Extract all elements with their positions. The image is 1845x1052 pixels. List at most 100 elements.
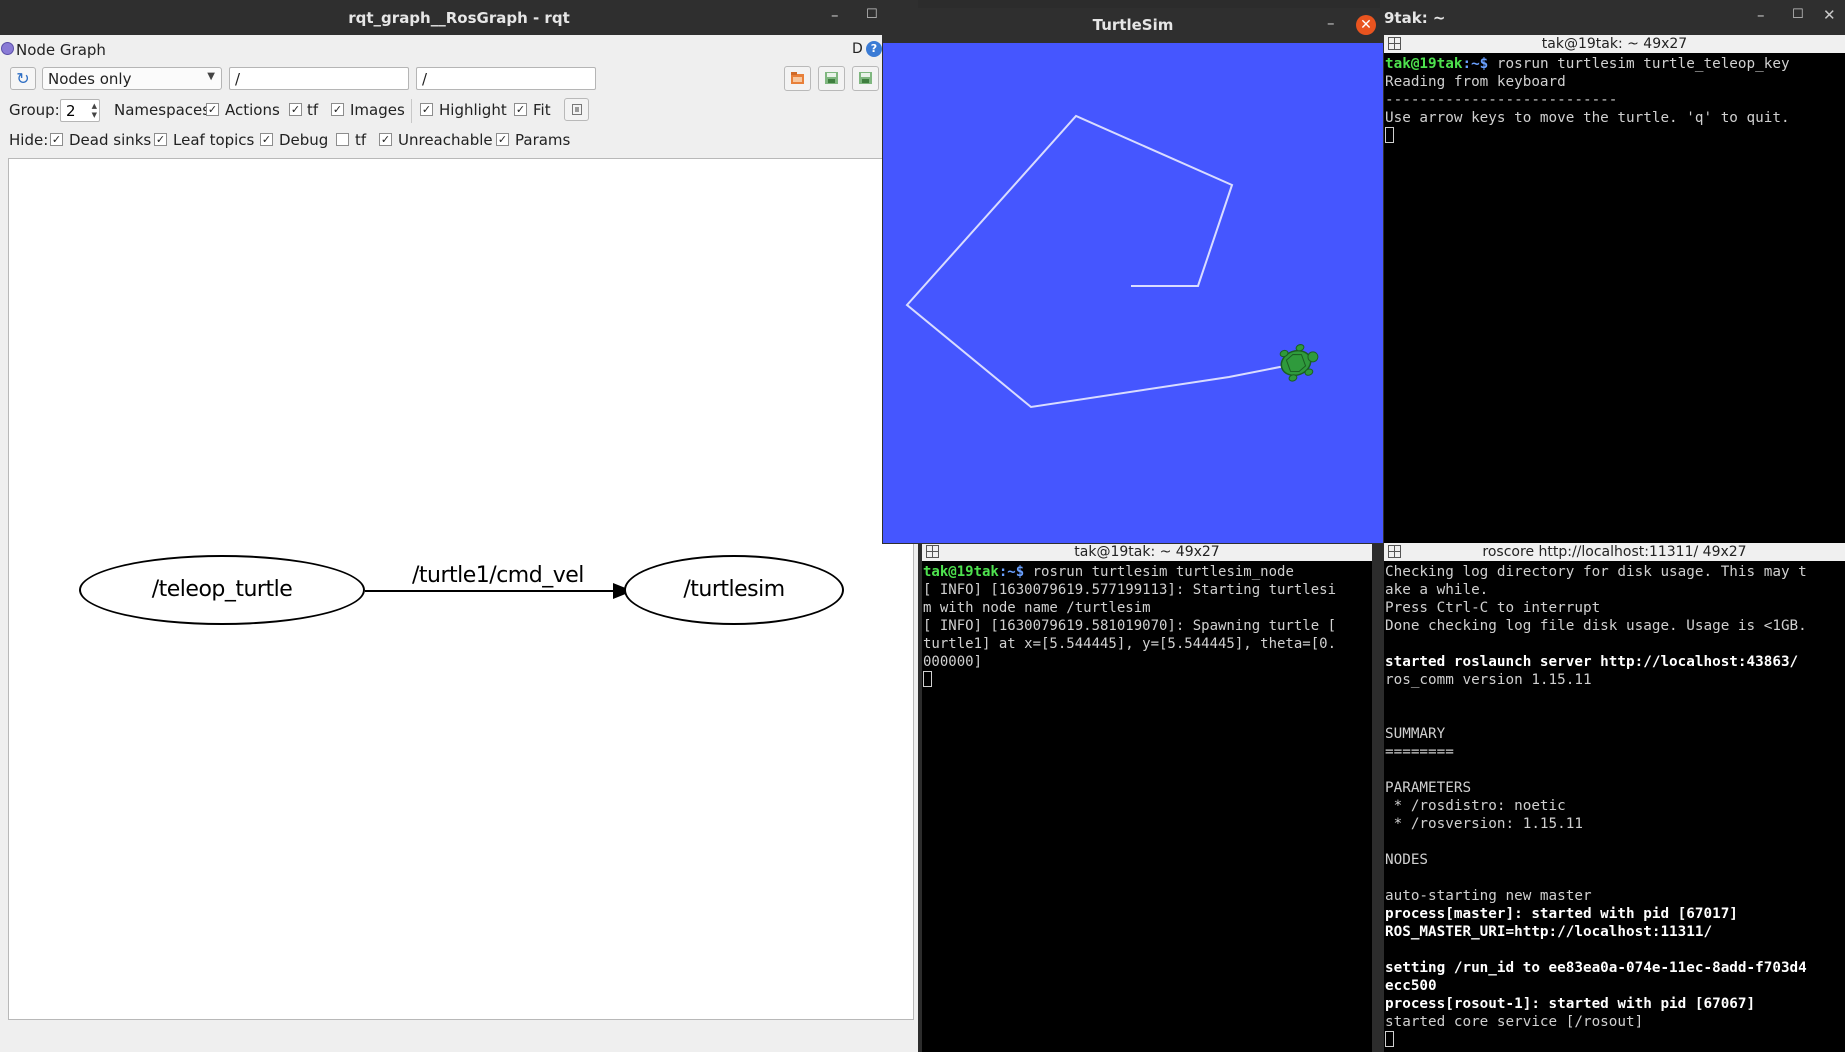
- graph-edge-topic-label[interactable]: /turtle1/cmd_vel: [412, 563, 584, 588]
- debug-checkbox[interactable]: ✓: [260, 133, 273, 146]
- graph-mode-select[interactable]: Nodes only ▼: [42, 67, 222, 90]
- chevron-down-icon: ▼: [207, 71, 215, 82]
- turtlesim-canvas: [883, 43, 1383, 543]
- leaf-topics-checkbox[interactable]: ✓: [154, 133, 167, 146]
- highlight-label: Highlight: [439, 101, 507, 119]
- terminal-turtlesim-node[interactable]: tak@19tak: ~ 49x27 tak@19tak:~$ rosrun t…: [922, 543, 1372, 1052]
- output-line: Checking log directory for disk usage. T…: [1385, 564, 1807, 580]
- dock-button[interactable]: D: [852, 41, 867, 57]
- minimize-icon[interactable]: –: [1757, 6, 1765, 24]
- prompt-path: :~$: [1462, 56, 1489, 72]
- images-label: Images: [350, 101, 405, 119]
- help-button[interactable]: ?: [866, 41, 882, 57]
- terminal-cursor: [1385, 1031, 1394, 1047]
- split-terminal-icon[interactable]: [926, 545, 939, 558]
- terminal-window-titlebar[interactable]: 9tak: ~ – ☐ ✕: [1380, 0, 1845, 35]
- fit-in-view-button[interactable]: [564, 98, 589, 121]
- maximize-icon[interactable]: ☐: [1792, 7, 1804, 22]
- folder-open-icon: [791, 72, 804, 84]
- terminal-tab-title-roscore: roscore http://localhost:11311/ 49x27: [1384, 543, 1845, 561]
- output-line: * /rosversion: 1.15.11: [1385, 816, 1583, 832]
- terminal-tab-title-teleop: tak@19tak: ~ 49x27: [1384, 35, 1845, 53]
- params-checkbox[interactable]: ✓: [496, 133, 509, 146]
- fit-view-icon: [572, 104, 582, 115]
- tf-hide-checkbox[interactable]: [336, 133, 349, 146]
- tf-label: tf: [307, 101, 319, 119]
- spin-up-icon[interactable]: ▲: [92, 102, 97, 110]
- hide-label: Hide:: [9, 131, 49, 149]
- terminal-output-teleop: tak@19tak:~$ rosrun turtlesim turtle_tel…: [1384, 53, 1845, 543]
- terminal-window-title: 9tak: ~: [1384, 9, 1446, 27]
- output-line: [ INFO] [1630079619.581019070]: Spawning…: [923, 618, 1337, 634]
- output-line: Reading from keyboard: [1385, 74, 1566, 90]
- graph-canvas[interactable]: /teleop_turtle /turtle1/cmd_vel /turtles…: [8, 158, 914, 1020]
- spin-down-icon[interactable]: ▼: [92, 111, 97, 119]
- terminal-cursor: [923, 671, 932, 687]
- output-line: auto-starting new master: [1385, 888, 1592, 904]
- save-dot-button[interactable]: [818, 66, 845, 91]
- load-dot-button[interactable]: [784, 66, 811, 91]
- output-line: 000000]: [923, 654, 983, 670]
- fit-checkbox[interactable]: ✓: [514, 103, 527, 116]
- tf-hide-label: tf: [355, 131, 367, 149]
- maximize-icon[interactable]: ☐: [866, 7, 878, 22]
- output-line: setting /run_id to ee83ea0a-074e-11ec-8a…: [1385, 960, 1807, 976]
- namespaces-label: Namespaces: [114, 101, 211, 119]
- refresh-button[interactable]: ↻: [10, 67, 36, 90]
- close-icon[interactable]: ✕: [1356, 15, 1376, 35]
- output-line: ROS_MASTER_URI=http://localhost:11311/: [1385, 924, 1713, 940]
- debug-label: Debug: [279, 131, 329, 149]
- output-line: [ INFO] [1630079619.577199113]: Starting…: [923, 582, 1337, 598]
- unreachable-checkbox[interactable]: ✓: [379, 133, 392, 146]
- turtlesim-window: TurtleSim – ✕: [882, 8, 1384, 544]
- node-filter-input[interactable]: /: [229, 67, 409, 90]
- output-line: ---------------------------: [1385, 92, 1618, 108]
- actions-label: Actions: [225, 101, 280, 119]
- tf-checkbox[interactable]: ✓: [289, 103, 302, 116]
- split-terminal-icon[interactable]: [1388, 37, 1401, 50]
- command-text: rosrun turtlesim turtle_teleop_key: [1488, 56, 1790, 72]
- terminal-roscore[interactable]: roscore http://localhost:11311/ 49x27 Ch…: [1384, 543, 1845, 1052]
- graph-node-turtlesim[interactable]: /turtlesim: [624, 555, 844, 625]
- split-terminal-icon[interactable]: [1388, 545, 1401, 558]
- params-label: Params: [515, 131, 571, 149]
- plugin-title: Node Graph: [16, 41, 106, 59]
- terminal-teleop[interactable]: tak@19tak: ~ 49x27 tak@19tak:~$ rosrun t…: [1384, 35, 1845, 543]
- output-line: ros_comm version 1.15.11: [1385, 672, 1592, 688]
- save-image-button[interactable]: [852, 66, 879, 91]
- terminal-tab-label: roscore http://localhost:11311/ 49x27: [1482, 544, 1747, 560]
- divider: [411, 99, 412, 123]
- prompt-user: tak@19tak: [923, 564, 999, 580]
- save-image-icon: [859, 72, 872, 84]
- save-dot-icon: [825, 72, 838, 84]
- topic-filter-input[interactable]: /: [416, 67, 596, 90]
- output-line: NODES: [1385, 852, 1429, 868]
- terminal-output-roscore: Checking log directory for disk usage. T…: [1384, 561, 1845, 1052]
- turtlesim-window-title: TurtleSim: [1092, 16, 1174, 34]
- fit-label: Fit: [533, 101, 551, 119]
- output-line: * /rosdistro: noetic: [1385, 798, 1566, 814]
- minimize-icon[interactable]: –: [1327, 14, 1335, 32]
- output-line: process[rosout-1]: started with pid [670…: [1385, 996, 1756, 1012]
- graph-node-teleop-turtle[interactable]: /teleop_turtle: [79, 555, 365, 625]
- output-line: started roslaunch server http://localhos…: [1385, 654, 1799, 670]
- minimize-icon[interactable]: –: [831, 6, 839, 24]
- rqt-titlebar[interactable]: rqt_graph__RosGraph - rqt – ☐: [0, 0, 918, 35]
- group-spinbox[interactable]: 2 ▲ ▼: [60, 99, 100, 122]
- actions-checkbox[interactable]: ✓: [206, 103, 219, 116]
- images-checkbox[interactable]: ✓: [331, 103, 344, 116]
- prompt-user: tak@19tak: [1385, 56, 1463, 72]
- dead-sinks-checkbox[interactable]: ✓: [50, 133, 63, 146]
- output-line: SUMMARY: [1385, 726, 1446, 742]
- highlight-checkbox[interactable]: ✓: [420, 103, 433, 116]
- output-line: ake a while.: [1385, 582, 1489, 598]
- terminal-cursor: [1385, 127, 1394, 143]
- close-icon[interactable]: ✕: [1823, 6, 1836, 24]
